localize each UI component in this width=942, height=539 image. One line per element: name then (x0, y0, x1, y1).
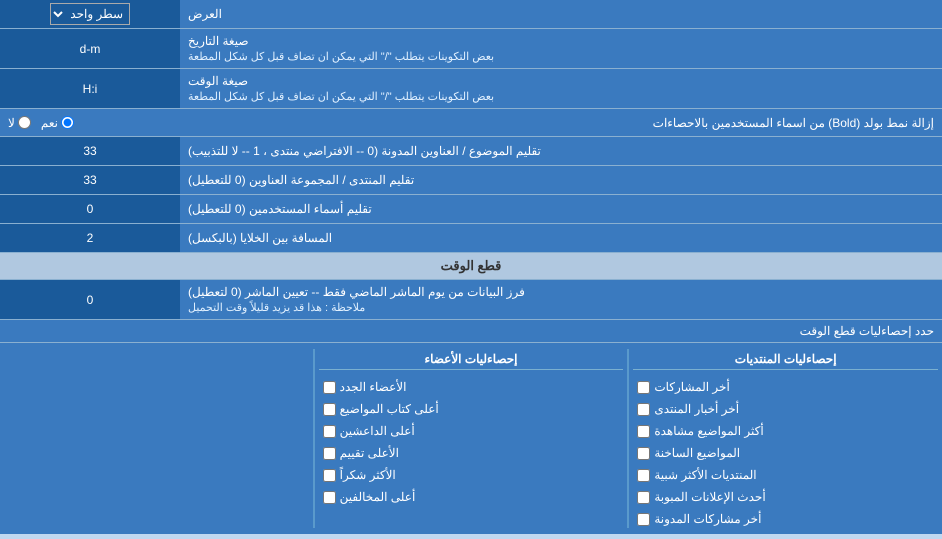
col-divider2 (313, 349, 315, 528)
checkbox-popular-forums[interactable] (637, 469, 650, 482)
checkbox-most-thanked[interactable] (323, 469, 336, 482)
cell-spacing-input[interactable] (6, 231, 174, 245)
time-format-row: صيغة الوقت بعض التكوينات يتطلب "/" التي … (0, 69, 942, 109)
checkbox-item: أكثر المواضيع مشاهدة (633, 422, 938, 440)
checkbox-recent-posts[interactable] (637, 381, 650, 394)
members-stats-col: إحصاءليات الأعضاء الأعضاء الجدد أعلى كتا… (319, 349, 624, 528)
date-format-input[interactable] (6, 42, 174, 56)
select-wrapper[interactable]: سطر واحد سطران ثلاثة أسطر (0, 0, 180, 28)
date-format-input-wrapper[interactable] (0, 29, 180, 68)
username-trim-label: تقليم أسماء المستخدمين (0 للتعطيل) (180, 195, 942, 223)
checkbox-item: الأكثر شكراً (319, 466, 624, 484)
bold-remove-row: إزالة نمط بولد (Bold) من اسماء المستخدمي… (0, 109, 942, 137)
cutoff-section-header: قطع الوقت (0, 253, 942, 280)
cell-spacing-input-wrapper[interactable] (0, 224, 180, 252)
username-trim-input-wrapper[interactable] (0, 195, 180, 223)
checkbox-top-writers[interactable] (323, 403, 336, 416)
topics-trim-label: تقليم الموضوع / العناوين المدونة (0 -- ا… (180, 137, 942, 165)
cutoff-value-input[interactable] (6, 293, 174, 307)
checkbox-top-supporters[interactable] (323, 425, 336, 438)
checkbox-top-violators[interactable] (323, 491, 336, 504)
checkbox-forum-news[interactable] (637, 403, 650, 416)
time-format-label: صيغة الوقت بعض التكوينات يتطلب "/" التي … (180, 69, 942, 108)
checkbox-blog-posts[interactable] (637, 513, 650, 526)
checkbox-item: أعلى الداعشين (319, 422, 624, 440)
forum-trim-row: تقليم المنتدى / المجموعة العناوين (0 للت… (0, 166, 942, 195)
col-divider (627, 349, 629, 528)
checkbox-highest-rated[interactable] (323, 447, 336, 460)
cutoff-value-input-wrapper[interactable] (0, 280, 180, 319)
topics-trim-input[interactable] (6, 144, 174, 158)
date-format-row: صيغة التاريخ بعض التكوينات يتطلب "/" الت… (0, 29, 942, 69)
bold-remove-radio-group: نعم لا (8, 116, 74, 130)
cell-spacing-label: المسافة بين الخلايا (بالبكسل) (180, 224, 942, 252)
forum-stats-header: إحصاءليات المنتديات (633, 349, 938, 370)
checkbox-hot-topics[interactable] (637, 447, 650, 460)
checkboxes-area: إحصاءليات المنتديات أخر المشاركات أخر أخ… (0, 343, 942, 534)
main-container: العرض سطر واحد سطران ثلاثة أسطر صيغة الت… (0, 0, 942, 534)
checkbox-item: المنتديات الأكثر شبية (633, 466, 938, 484)
time-format-input-wrapper[interactable] (0, 69, 180, 108)
radio-no[interactable] (18, 116, 31, 129)
checkbox-new-members[interactable] (323, 381, 336, 394)
checkbox-latest-ads[interactable] (637, 491, 650, 504)
checkbox-item: أخر المشاركات (633, 378, 938, 396)
topics-trim-row: تقليم الموضوع / العناوين المدونة (0 -- ا… (0, 137, 942, 166)
radio-no-label[interactable]: لا (8, 116, 31, 130)
checkbox-item: أعلى المخالفين (319, 488, 624, 506)
lines-select[interactable]: سطر واحد سطران ثلاثة أسطر (50, 3, 130, 25)
page-title: العرض (180, 0, 942, 28)
checkbox-item: أعلى كتاب المواضيع (319, 400, 624, 418)
forum-stats-col: إحصاءليات المنتديات أخر المشاركات أخر أخ… (633, 349, 938, 528)
username-trim-row: تقليم أسماء المستخدمين (0 للتعطيل) (0, 195, 942, 224)
members-stats-header: إحصاءليات الأعضاء (319, 349, 624, 370)
username-trim-input[interactable] (6, 202, 174, 216)
forum-trim-input-wrapper[interactable] (0, 166, 180, 194)
radio-yes-label[interactable]: نعم (41, 116, 74, 130)
checkbox-item: الأعضاء الجدد (319, 378, 624, 396)
title-row: العرض سطر واحد سطران ثلاثة أسطر (0, 0, 942, 29)
checkbox-item: أخر مشاركات المدونة (633, 510, 938, 528)
checkboxes-header-row: حدد إحصاءليات قطع الوقت (0, 320, 942, 343)
radio-yes[interactable] (61, 116, 74, 129)
cutoff-value-row: فرز البيانات من يوم الماشر الماضي فقط --… (0, 280, 942, 320)
time-format-input[interactable] (6, 82, 174, 96)
checkbox-item: الأعلى تقييم (319, 444, 624, 462)
cell-spacing-row: المسافة بين الخلايا (بالبكسل) (0, 224, 942, 253)
forum-trim-label: تقليم المنتدى / المجموعة العناوين (0 للت… (180, 166, 942, 194)
checkbox-most-viewed[interactable] (637, 425, 650, 438)
bold-remove-label: إزالة نمط بولد (Bold) من اسماء المستخدمي… (74, 116, 934, 130)
forum-trim-input[interactable] (6, 173, 174, 187)
checkbox-item: أخر أخبار المنتدى (633, 400, 938, 418)
cutoff-value-label: فرز البيانات من يوم الماشر الماضي فقط --… (180, 280, 942, 319)
checkbox-item: أحدث الإعلانات المبوبة (633, 488, 938, 506)
topics-trim-input-wrapper[interactable] (0, 137, 180, 165)
checkboxes-header-label: حدد إحصاءليات قطع الوقت (8, 324, 934, 338)
right-label-col (4, 349, 309, 528)
date-format-label: صيغة التاريخ بعض التكوينات يتطلب "/" الت… (180, 29, 942, 68)
checkbox-item: المواضيع الساخنة (633, 444, 938, 462)
